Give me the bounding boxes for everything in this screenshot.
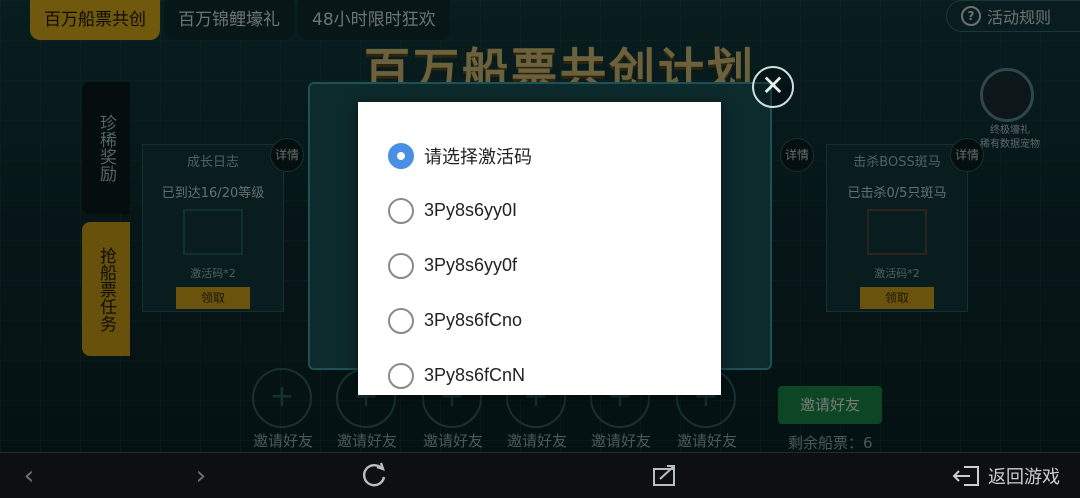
option-label: 3Py8s6yy0f [424,255,518,275]
option-code-4[interactable]: 3Py8s6fCnN [358,348,721,403]
option-label: 3Py8s6yy0I [424,200,518,220]
option-label: 3Py8s6fCnN [424,365,526,385]
option-code-1[interactable]: 3Py8s6yy0I [358,183,721,238]
radio-icon [388,362,414,389]
radio-checked-icon [388,142,414,169]
back-arrow-icon[interactable]: ‹ [14,461,44,491]
radio-icon [388,307,414,334]
radio-icon [388,197,414,224]
exit-icon [952,466,979,486]
radio-icon [388,252,414,279]
activation-code-dialog: 请选择激活码 3Py8s6yy0I 3Py8s6yy0f 3Py8s6fCno … [358,102,721,395]
option-code-2[interactable]: 3Py8s6yy0f [358,238,721,293]
back-to-game-button[interactable]: 返回游戏 [952,461,1060,491]
close-icon[interactable]: ✕ [752,66,794,108]
option-select-prompt[interactable]: 请选择激活码 [358,128,721,183]
forward-arrow-icon[interactable]: › [186,461,216,491]
option-label: 3Py8s6fCno [424,310,523,330]
option-code-3[interactable]: 3Py8s6fCno [358,293,721,348]
browser-navbar: ‹ › 返回游戏 [0,452,1080,498]
back-to-game-label: 返回游戏 [988,467,1060,488]
share-icon[interactable] [650,461,680,491]
refresh-icon[interactable] [359,461,389,491]
option-label: 请选择激活码 [424,146,532,167]
